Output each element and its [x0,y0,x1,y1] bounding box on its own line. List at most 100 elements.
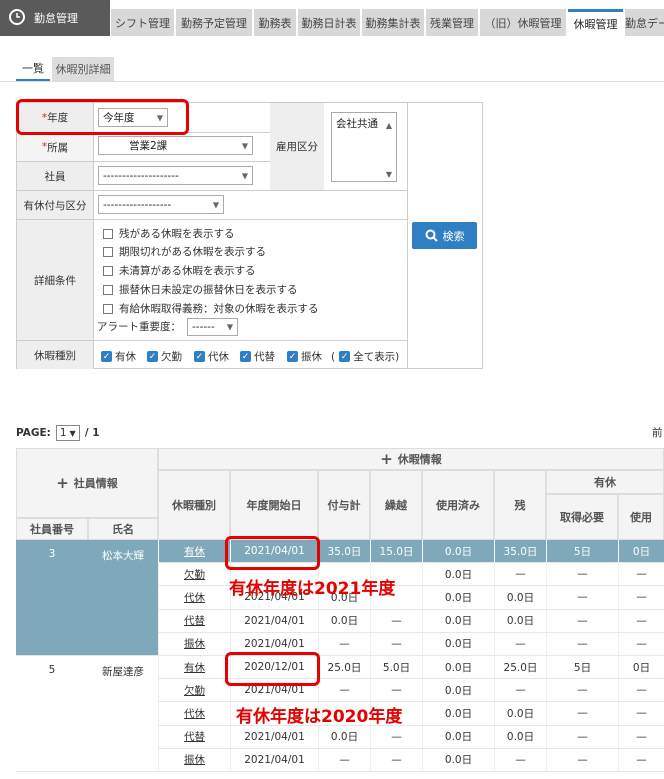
prev-link[interactable]: 前 [652,425,663,440]
kind-label: 振休 [301,351,322,363]
cell-used: 0.0日 [422,632,494,656]
cell-value: — [391,614,402,627]
cell-start: 2021/04/01 [230,609,318,633]
leave-kind-link[interactable]: 欠勤 [184,567,205,582]
cell-remain: — [494,632,546,656]
leave-kind-link[interactable]: 有休 [184,660,205,675]
employee-block: 3 松本大輝 [16,540,158,656]
cell-kind[interactable]: 有休 [158,656,230,680]
cell-kind[interactable]: 欠勤 [158,563,230,587]
divider [17,161,270,162]
header-remain: 残 [494,470,546,540]
header-label: 取得必要 [560,511,604,524]
check-icon[interactable]: ✓ [147,351,158,362]
checkbox[interactable] [103,265,113,276]
nav-tab-schedule[interactable]: 勤務予定管理 [176,9,252,36]
checkbox[interactable] [103,228,113,239]
header-used: 使用済み [422,470,494,540]
option-mandatory[interactable]: 有給休暇取得義務：対象の休暇を表示する [103,301,319,316]
check-icon[interactable]: ✓ [240,351,251,362]
emp-name: 松本大輝 [102,550,144,562]
dept-select-value: 営業2課 [129,140,168,152]
cell-need: — [546,632,618,656]
nav-tab-label: 勤務集計表 [365,16,421,30]
leave-kind-link[interactable]: 代休 [184,706,205,721]
cell-value: 2021/04/01 [244,730,305,743]
paren-close: ) [395,350,400,363]
cell-start: 2021/04/01 [230,748,318,772]
check-icon[interactable]: ✓ [194,351,205,362]
highlight-start-2021 [225,536,320,570]
cell-kind[interactable]: 欠勤 [158,679,230,703]
cell-use: — [618,563,664,587]
cell-value: — [577,684,588,697]
nav-tab-label: （旧）休暇管理 [484,16,562,30]
cell-value: 5日 [573,545,592,558]
nav-tab-summary[interactable]: 勤務集計表 [362,9,424,36]
cell-kind[interactable]: 代休 [158,702,230,726]
option-substitute[interactable]: 振替休日未設定の振替休日を表示する [103,282,298,297]
cell-kind[interactable]: 振休 [158,632,230,656]
leave-kind-link[interactable]: 振休 [184,752,205,767]
plus-icon[interactable]: + [56,474,69,492]
cell-kind[interactable]: 代替 [158,609,230,633]
kind-compensatory[interactable]: ✓ 代休 [194,349,229,364]
header-label: 繰越 [385,499,407,512]
check-icon[interactable]: ✓ [101,351,112,362]
alert-select[interactable]: ------ ▼ [187,318,238,336]
search-button[interactable]: 検索 [412,222,477,249]
cell-value: 5日 [573,661,592,674]
option-unsettled[interactable]: 未清算がある休暇を表示する [103,263,256,278]
kind-absence[interactable]: ✓ 欠勤 [147,349,182,364]
page-select[interactable]: 1 ▼ [55,425,80,441]
nav-tab-leave[interactable]: 休暇管理 [568,9,623,36]
check-icon[interactable]: ✓ [339,351,351,362]
nav-tab-daily[interactable]: 勤務日計表 [298,9,360,36]
dept-select[interactable]: 営業2課 ▼ [98,136,253,155]
option-label: 残がある休暇を表示する [119,228,235,240]
cell-kind[interactable]: 有休 [158,540,230,564]
cell-use: 0日 [618,540,664,564]
nav-tab-timesheet[interactable]: 勤務表 [254,9,296,36]
kind-transfer[interactable]: ✓ 振休 [287,349,322,364]
cell-need: — [546,679,618,703]
divider [17,190,407,191]
cell-kind[interactable]: 代休 [158,586,230,610]
nav-tab-data[interactable]: 勤怠デー [625,9,664,36]
cell-value: 0.0日 [444,615,473,628]
leave-kind-link[interactable]: 欠勤 [184,683,205,698]
cell-kind[interactable]: 代替 [158,725,230,749]
leave-kind-link[interactable]: 有休 [184,544,205,559]
kind-all[interactable]: (✓ 全て表示) [331,349,399,364]
checkbox[interactable] [103,284,113,295]
leave-kind-link[interactable]: 代替 [184,729,205,744]
app-brand[interactable]: 勤怠管理 [0,0,110,36]
checkbox[interactable] [103,246,113,257]
employee-select[interactable]: -------------------- ▼ [98,166,253,185]
kind-alternative[interactable]: ✓ 代替 [240,349,275,364]
header-yukyu-group: 有休 [546,470,664,494]
plus-icon[interactable]: + [380,450,393,468]
cell-value: 5.0日 [382,661,411,674]
leave-kind-link[interactable]: 代休 [184,590,205,605]
cell-use: — [618,748,664,772]
header-label: 使用済み [436,499,480,512]
kind-yukyu[interactable]: ✓ 有休 [101,349,136,364]
search-button-label: 検索 [442,229,465,243]
leave-kind-link[interactable]: 振休 [184,636,205,651]
cell-carry: 15.0日 [370,540,422,564]
nav-tab-old-leave[interactable]: （旧）休暇管理 [480,9,566,36]
nav-tab-overtime[interactable]: 残業管理 [426,9,478,36]
option-expired[interactable]: 期限切れがある休暇を表示する [103,244,266,259]
option-remaining[interactable]: 残がある休暇を表示する [103,226,235,241]
paren-open: ( [331,350,336,363]
nav-tab-shift[interactable]: シフト管理 [111,9,174,36]
employment-listbox[interactable]: 会社共通 ▲ ▼ [331,112,397,182]
subtab-list[interactable]: 一覧 [16,57,50,81]
cell-kind[interactable]: 振休 [158,748,230,772]
grant-category-select[interactable]: ------------------ ▼ [98,195,224,214]
leave-kind-link[interactable]: 代替 [184,613,205,628]
check-icon[interactable]: ✓ [287,351,298,362]
checkbox[interactable] [103,303,113,314]
subtab-detail[interactable]: 休暇別詳細 [52,57,114,81]
